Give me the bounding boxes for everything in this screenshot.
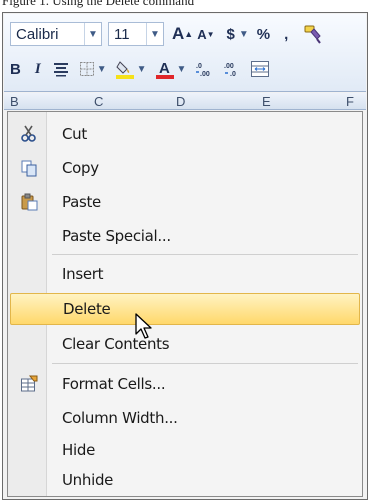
bold-button[interactable]: B bbox=[10, 56, 21, 82]
font-name-select[interactable]: Calibri ▼ bbox=[10, 22, 102, 46]
svg-text:.0: .0 bbox=[196, 63, 202, 70]
context-menu: Cut Copy Paste Paste Special... Insert D… bbox=[7, 111, 363, 497]
column-header[interactable]: E bbox=[262, 94, 271, 109]
menu-item-label: Delete bbox=[63, 300, 111, 318]
paste-icon bbox=[21, 193, 38, 211]
caption-text: Figure 1. Using the Delete command bbox=[2, 0, 195, 8]
increase-decimal-icon: .0 .00 bbox=[196, 63, 210, 78]
chevron-down-icon[interactable]: ▼ bbox=[239, 21, 249, 47]
fill-color-button[interactable] bbox=[115, 56, 135, 82]
menu-item-clear-contents[interactable]: Clear Contents bbox=[10, 328, 360, 360]
menu-item-hide[interactable]: Hide bbox=[10, 434, 360, 466]
shrink-font-label: A bbox=[197, 26, 207, 42]
menu-item-copy[interactable]: Copy bbox=[10, 152, 360, 184]
menu-item-insert[interactable]: Insert bbox=[10, 258, 360, 290]
borders-icon bbox=[79, 62, 94, 76]
increase-decimal-button[interactable]: .0 .00 bbox=[194, 56, 214, 82]
svg-text:.00: .00 bbox=[200, 71, 210, 78]
column-headers: B C D E F bbox=[4, 93, 366, 110]
decrease-decimal-button[interactable]: .00 .0 bbox=[222, 56, 242, 82]
center-align-button[interactable] bbox=[53, 56, 69, 82]
comma-label: , bbox=[284, 25, 289, 43]
format-cells-icon bbox=[21, 375, 38, 392]
svg-text:A: A bbox=[159, 60, 170, 77]
column-header[interactable]: D bbox=[176, 94, 185, 109]
menu-item-label: Paste Special... bbox=[62, 227, 171, 245]
font-color-button[interactable]: A bbox=[155, 56, 175, 82]
percent-label: % bbox=[256, 25, 271, 43]
shrink-font-button[interactable]: A ▼ bbox=[197, 21, 214, 47]
chevron-down-icon[interactable]: ▼ bbox=[177, 56, 187, 82]
menu-item-label: Paste bbox=[62, 193, 101, 211]
font-name-value: Calibri bbox=[16, 25, 59, 43]
toolbar-row-2: B I ▼ ▼ A ▼ .0 .00 .00 .0 bbox=[10, 54, 360, 84]
currency-label: $ bbox=[226, 25, 235, 43]
menu-separator bbox=[52, 254, 358, 255]
svg-text:.0: .0 bbox=[230, 71, 236, 78]
toolbar-row-1: Calibri ▼ 11 ▼ A ▲ A ▼ $ ▼ % , bbox=[10, 19, 360, 49]
chevron-down-icon[interactable]: ▼ bbox=[97, 56, 107, 82]
menu-item-paste-special[interactable]: Paste Special... bbox=[10, 220, 360, 252]
format-painter-icon bbox=[304, 25, 322, 44]
excel-screenshot: Calibri ▼ 11 ▼ A ▲ A ▼ $ ▼ % , B I ▼ ▼ A… bbox=[2, 12, 368, 500]
menu-separator bbox=[52, 363, 358, 364]
mouse-cursor-icon bbox=[135, 313, 152, 339]
center-align-icon bbox=[53, 63, 68, 77]
percent-button[interactable]: % bbox=[257, 21, 270, 47]
merge-center-button[interactable] bbox=[250, 56, 270, 82]
menu-item-label: Insert bbox=[62, 265, 104, 283]
italic-button[interactable]: I bbox=[35, 56, 41, 82]
menu-item-unhide[interactable]: Unhide bbox=[10, 464, 360, 496]
italic-label: I bbox=[34, 60, 41, 77]
column-header[interactable]: F bbox=[346, 94, 354, 109]
decrease-decimal-icon: .00 .0 bbox=[224, 63, 236, 78]
menu-item-label: Cut bbox=[62, 125, 87, 143]
fill-color-icon bbox=[115, 61, 134, 79]
menu-item-label: Copy bbox=[62, 159, 99, 177]
font-size-value: 11 bbox=[114, 25, 130, 43]
chevron-down-icon: ▼ bbox=[84, 23, 101, 45]
borders-button[interactable] bbox=[79, 56, 95, 82]
column-header[interactable]: C bbox=[94, 94, 103, 109]
menu-item-paste[interactable]: Paste bbox=[10, 186, 360, 218]
menu-item-column-width[interactable]: Column Width... bbox=[10, 402, 360, 434]
format-painter-button[interactable] bbox=[302, 21, 324, 47]
font-color-icon: A bbox=[155, 60, 174, 79]
column-header[interactable]: B bbox=[10, 94, 19, 109]
grow-font-label: A bbox=[172, 24, 185, 43]
menu-item-label: Format Cells... bbox=[62, 375, 166, 393]
merge-center-icon bbox=[251, 61, 270, 77]
menu-item-label: Column Width... bbox=[62, 409, 178, 427]
copy-icon bbox=[21, 160, 37, 177]
scissors-icon bbox=[21, 125, 36, 142]
bold-label: B bbox=[10, 60, 21, 78]
fill-color-bar bbox=[115, 75, 134, 79]
menu-item-cut[interactable]: Cut bbox=[10, 118, 360, 150]
menu-item-label: Hide bbox=[62, 441, 95, 459]
menu-item-format-cells[interactable]: Format Cells... bbox=[10, 368, 360, 400]
grow-font-button[interactable]: A ▲ bbox=[172, 21, 193, 47]
menu-item-label: Unhide bbox=[62, 471, 114, 489]
chevron-down-icon: ▼ bbox=[146, 23, 163, 45]
comma-button[interactable]: , bbox=[284, 21, 288, 47]
chevron-down-icon[interactable]: ▼ bbox=[137, 56, 147, 82]
font-size-select[interactable]: 11 ▼ bbox=[108, 22, 164, 46]
menu-item-delete[interactable]: Delete bbox=[10, 293, 360, 325]
svg-text:.00: .00 bbox=[224, 63, 234, 70]
currency-button[interactable]: $ bbox=[227, 21, 235, 47]
mini-toolbar: Calibri ▼ 11 ▼ A ▲ A ▼ $ ▼ % , B I ▼ ▼ A… bbox=[4, 14, 366, 92]
